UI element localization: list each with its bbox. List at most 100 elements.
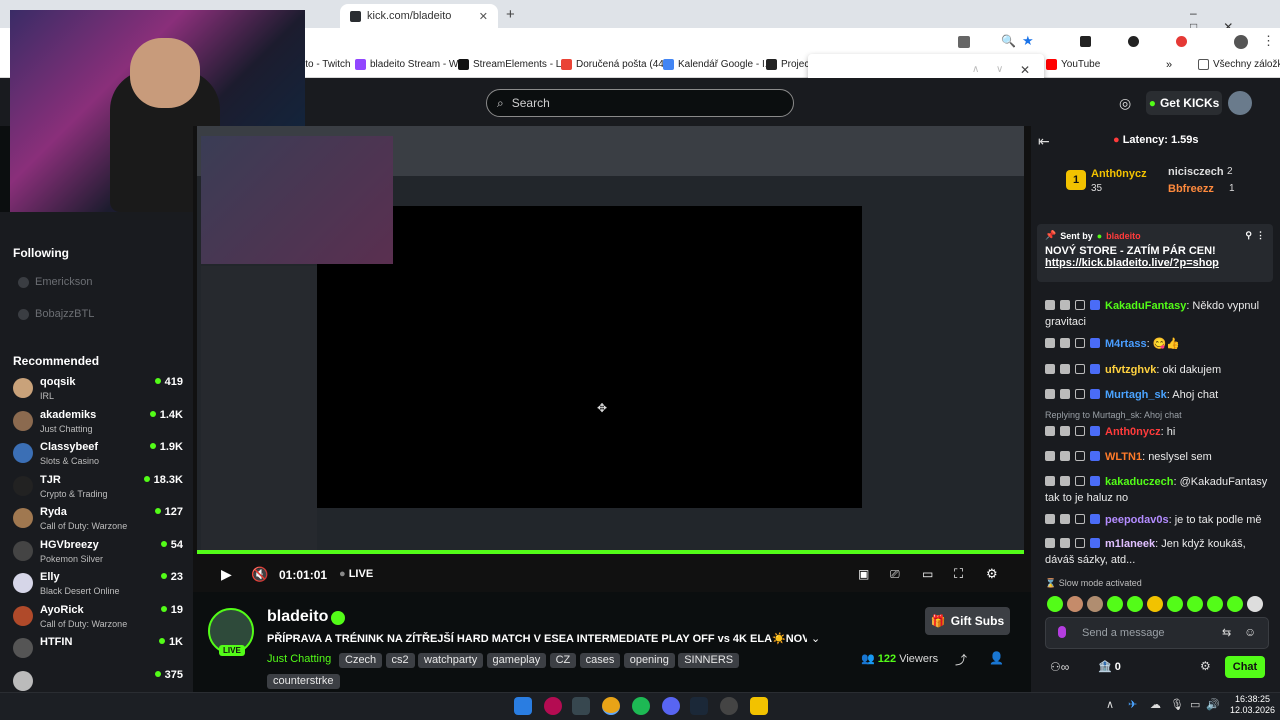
extension-icon[interactable]	[1176, 36, 1187, 47]
zoom-icon[interactable]: 🔍	[1001, 34, 1016, 48]
channel-name[interactable]: bladeito	[267, 608, 328, 626]
emote-icon[interactable]	[1187, 596, 1203, 612]
bookmark-item[interactable]: Doručená pošta (44...	[561, 59, 672, 70]
tag[interactable]: SINNERS	[678, 653, 740, 668]
tag[interactable]: gameplay	[486, 653, 547, 668]
network-icon[interactable]: ▭	[1190, 698, 1200, 711]
chat-message[interactable]: m1laneek: Jen když koukáš, dáváš sázky, …	[1045, 536, 1275, 568]
share-icon[interactable]: ⤴	[955, 651, 967, 668]
tag[interactable]: CZ	[549, 653, 577, 668]
emote-icon[interactable]	[1127, 596, 1143, 612]
emote-icon[interactable]	[1067, 596, 1083, 612]
play-icon[interactable]: ▶	[221, 566, 232, 583]
settings-gear-icon[interactable]: ⚙	[986, 566, 998, 582]
pinned-message[interactable]: 📌 Sent by ● bladeito ⚲ ⋮ NOVÝ STORE - ZA…	[1037, 224, 1273, 282]
pinned-link[interactable]: https://kick.bladeito.live/?p=shop	[1045, 257, 1265, 269]
close-icon[interactable]: ✕	[1020, 63, 1030, 77]
recommended-item[interactable]: Ryda Call of Duty: Warzone 127	[13, 506, 183, 536]
stream-progress-bar[interactable]	[197, 550, 1024, 554]
chat-username[interactable]: peepodav0s	[1105, 514, 1169, 526]
tag[interactable]: opening	[623, 653, 675, 668]
mute-icon[interactable]: 🔇	[251, 566, 268, 583]
timeout-icon[interactable]	[1060, 338, 1070, 348]
tag[interactable]: watchparty	[418, 653, 484, 668]
bookmark-item[interactable]: ito - Twitch	[303, 59, 351, 70]
close-tab-icon[interactable]: ✕	[479, 10, 488, 23]
delete-icon[interactable]	[1045, 364, 1055, 374]
timeout-icon[interactable]	[1060, 364, 1070, 374]
leaderboard-name[interactable]: nicisczech	[1168, 166, 1224, 178]
delete-icon[interactable]	[1045, 426, 1055, 436]
bookmark-item[interactable]: Všechny záložky	[1198, 59, 1280, 70]
chat-message[interactable]: M4rtass: 😋👍	[1045, 336, 1275, 352]
bookmark-item[interactable]: Kalendář Google - I...	[663, 59, 773, 70]
new-tab-button[interactable]: +	[506, 6, 515, 23]
extension-icon[interactable]	[1128, 36, 1139, 47]
obs-icon[interactable]	[720, 697, 738, 715]
delete-icon[interactable]	[1045, 476, 1055, 486]
points-display[interactable]: 🏦 0	[1098, 660, 1121, 673]
extension-icon[interactable]	[1080, 36, 1091, 47]
find-next-icon[interactable]: ∨	[996, 64, 1003, 75]
find-prev-icon[interactable]: ∧	[972, 64, 979, 75]
recommended-item[interactable]: akademiks Just Chatting 1.4K	[13, 409, 183, 439]
emote-icon[interactable]	[1047, 596, 1063, 612]
delete-icon[interactable]	[1045, 538, 1055, 548]
system-clock[interactable]: 16:38:25 12.03.2026	[1230, 694, 1275, 716]
tag[interactable]: cs2	[385, 653, 415, 668]
chat-username[interactable]: M4rtass	[1105, 338, 1147, 350]
timeout-icon[interactable]	[1060, 300, 1070, 310]
timeout-icon[interactable]	[1060, 426, 1070, 436]
bookmark-item[interactable]: bladeito Stream - W...	[355, 59, 466, 70]
timeout-icon[interactable]	[1060, 538, 1070, 548]
tray-icon[interactable]: ✈	[1128, 698, 1137, 711]
search-input[interactable]: ⌕ Search	[486, 89, 794, 117]
chat-username[interactable]: kakaduczech	[1105, 476, 1173, 488]
gift-subs-button[interactable]: 🎁 Gift Subs	[925, 607, 1010, 635]
emoji-icon[interactable]: ☺	[1244, 625, 1256, 639]
tray-icon[interactable]: ☁	[1150, 698, 1161, 711]
chat-message[interactable]: kakaduczech: @KakaduFantasy tak to je ha…	[1045, 474, 1275, 506]
chat-message[interactable]: Anth0nycz: hi	[1045, 424, 1275, 440]
bookmark-star-icon[interactable]: ★	[1022, 33, 1034, 49]
recommended-item[interactable]: HTFIN 1K	[13, 636, 183, 666]
chat-message[interactable]: ufvtzghvk: oki dakujem	[1045, 362, 1275, 378]
recommended-item[interactable]: qoqsik IRL 419	[13, 376, 183, 406]
app-icon[interactable]	[750, 697, 768, 715]
delete-icon[interactable]	[1045, 338, 1055, 348]
delete-icon[interactable]	[1045, 300, 1055, 310]
emote-icon[interactable]	[1087, 596, 1103, 612]
emote-icon[interactable]	[1167, 596, 1183, 612]
more-icon[interactable]: ⋮	[1256, 230, 1265, 241]
recommended-item[interactable]: AyoRick Call of Duty: Warzone 19	[13, 604, 183, 634]
menu-icon[interactable]: ⋮	[1262, 33, 1275, 49]
delete-icon[interactable]	[1045, 451, 1055, 461]
timeout-icon[interactable]	[1060, 514, 1070, 524]
notifications-icon[interactable]: ◎	[1119, 95, 1131, 112]
pip-icon[interactable]: ▣	[858, 567, 869, 581]
add-user-icon[interactable]: 👤	[989, 651, 1004, 665]
translate-icon[interactable]: ⇆	[1222, 626, 1231, 639]
chevron-down-icon[interactable]: ⌄	[811, 632, 820, 645]
chat-username[interactable]: m1laneek	[1105, 538, 1155, 550]
user-avatar[interactable]	[1228, 91, 1252, 115]
tag[interactable]: Czech	[339, 653, 383, 668]
discord-icon[interactable]	[662, 697, 680, 715]
chat-message[interactable]: peepodav0s: je to tak podle mě	[1045, 512, 1275, 528]
app-icon[interactable]	[572, 697, 590, 715]
delete-icon[interactable]	[1045, 389, 1055, 399]
delete-icon[interactable]	[1045, 514, 1055, 524]
leaderboard-name[interactable]: Bbfreezz	[1168, 183, 1214, 195]
following-item[interactable]: Emerickson	[18, 276, 92, 288]
chat-message[interactable]: Murtagh_sk: Ahoj chat	[1045, 387, 1275, 403]
timeout-icon[interactable]	[1060, 476, 1070, 486]
chat-message[interactable]: WLTN1: neslysel sem	[1045, 449, 1275, 465]
category-link[interactable]: Just Chatting	[267, 653, 331, 665]
tag[interactable]: counterstrke	[267, 674, 340, 689]
chat-message-input[interactable]: Send a message ⇆ ☺	[1045, 617, 1269, 649]
chat-username[interactable]: ufvtzghvk	[1105, 364, 1156, 376]
following-item[interactable]: BobajzzBTL	[18, 308, 94, 320]
channel-points-icon[interactable]: ⚇∞	[1050, 660, 1069, 674]
clip-icon[interactable]: ⎚	[890, 567, 900, 582]
bookmark-item[interactable]: YouTube	[1046, 59, 1100, 70]
